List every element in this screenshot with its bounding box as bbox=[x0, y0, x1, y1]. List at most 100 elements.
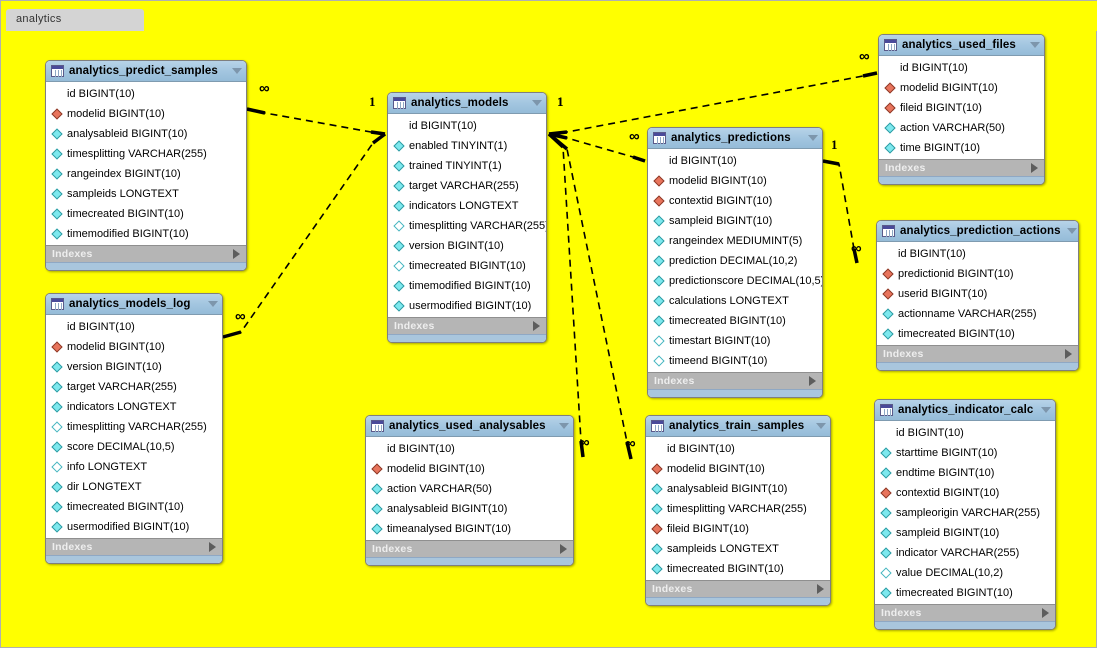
table-column[interactable]: timecreated BIGINT(10) bbox=[648, 311, 822, 331]
table-box-analytics_predictions[interactable]: analytics_predictions id BIGINT(10) modeli… bbox=[647, 127, 823, 398]
chevron-right-icon[interactable] bbox=[209, 542, 216, 552]
indexes-section[interactable]: Indexes bbox=[366, 540, 573, 557]
table-column[interactable]: action VARCHAR(50) bbox=[366, 479, 573, 499]
table-column[interactable]: id BIGINT(10) bbox=[46, 317, 222, 337]
table-column[interactable]: prediction DECIMAL(10,2) bbox=[648, 251, 822, 271]
chevron-down-icon[interactable] bbox=[808, 135, 818, 141]
chevron-down-icon[interactable] bbox=[559, 423, 569, 429]
table-column[interactable]: time BIGINT(10) bbox=[879, 138, 1044, 158]
chevron-down-icon[interactable] bbox=[532, 100, 542, 106]
table-column[interactable]: fileid BIGINT(10) bbox=[879, 98, 1044, 118]
table-column[interactable]: analysableid BIGINT(10) bbox=[646, 479, 830, 499]
table-column[interactable]: rangeindex MEDIUMINT(5) bbox=[648, 231, 822, 251]
table-column[interactable]: sampleids LONGTEXT bbox=[646, 539, 830, 559]
table-column[interactable]: actionname VARCHAR(255) bbox=[877, 304, 1078, 324]
chevron-right-icon[interactable] bbox=[1031, 163, 1038, 173]
chevron-right-icon[interactable] bbox=[233, 249, 240, 259]
table-column[interactable]: timesplitting VARCHAR(255) bbox=[46, 144, 246, 164]
table-column[interactable]: predictionid BIGINT(10) bbox=[877, 264, 1078, 284]
table-box-analytics_models_log[interactable]: analytics_models_log id BIGINT(10) modelid… bbox=[45, 293, 223, 564]
chevron-down-icon[interactable] bbox=[1041, 407, 1051, 413]
table-column[interactable]: userid BIGINT(10) bbox=[877, 284, 1078, 304]
indexes-section[interactable]: Indexes bbox=[648, 372, 822, 389]
chevron-right-icon[interactable] bbox=[533, 321, 540, 331]
table-column[interactable]: sampleids LONGTEXT bbox=[46, 184, 246, 204]
table-column[interactable]: timemodified BIGINT(10) bbox=[46, 224, 246, 244]
table-column[interactable]: modelid BIGINT(10) bbox=[46, 337, 222, 357]
table-column[interactable]: id BIGINT(10) bbox=[875, 423, 1055, 443]
table-column[interactable]: contextid BIGINT(10) bbox=[875, 483, 1055, 503]
table-header[interactable]: analytics_used_files bbox=[879, 35, 1044, 56]
chevron-down-icon[interactable] bbox=[1030, 42, 1040, 48]
table-column[interactable]: usermodified BIGINT(10) bbox=[46, 517, 222, 537]
table-column[interactable]: timecreated BIGINT(10) bbox=[877, 324, 1078, 344]
table-column[interactable]: value DECIMAL(10,2) bbox=[875, 563, 1055, 583]
table-box-analytics_prediction_actions[interactable]: analytics_prediction_actions id BIGINT(10… bbox=[876, 220, 1079, 371]
table-column[interactable]: indicators LONGTEXT bbox=[46, 397, 222, 417]
indexes-section[interactable]: Indexes bbox=[879, 159, 1044, 176]
table-column[interactable]: sampleid BIGINT(10) bbox=[875, 523, 1055, 543]
chevron-right-icon[interactable] bbox=[809, 376, 816, 386]
table-column[interactable]: timestart BIGINT(10) bbox=[648, 331, 822, 351]
table-column[interactable]: dir LONGTEXT bbox=[46, 477, 222, 497]
table-column[interactable]: id BIGINT(10) bbox=[646, 439, 830, 459]
table-column[interactable]: predictionscore DECIMAL(10,5) bbox=[648, 271, 822, 291]
table-box-analytics_used_files[interactable]: analytics_used_files id BIGINT(10) modelid… bbox=[878, 34, 1045, 185]
table-column[interactable]: modelid BIGINT(10) bbox=[46, 104, 246, 124]
table-column[interactable]: sampleid BIGINT(10) bbox=[648, 211, 822, 231]
table-column[interactable]: info LONGTEXT bbox=[46, 457, 222, 477]
table-column[interactable]: timesplitting VARCHAR(255) bbox=[46, 417, 222, 437]
table-column[interactable]: target VARCHAR(255) bbox=[388, 176, 546, 196]
table-column[interactable]: contextid BIGINT(10) bbox=[648, 191, 822, 211]
table-column[interactable]: rangeindex BIGINT(10) bbox=[46, 164, 246, 184]
table-box-analytics_models[interactable]: analytics_models id BIGINT(10) enabled TIN… bbox=[387, 92, 547, 343]
table-column[interactable]: timecreated BIGINT(10) bbox=[388, 256, 546, 276]
table-column[interactable]: version BIGINT(10) bbox=[46, 357, 222, 377]
table-header[interactable]: analytics_models_log bbox=[46, 294, 222, 315]
table-box-analytics_indicator_calc[interactable]: analytics_indicator_calc id BIGINT(10) sta… bbox=[874, 399, 1056, 630]
table-header[interactable]: analytics_predict_samples bbox=[46, 61, 246, 82]
chevron-right-icon[interactable] bbox=[1065, 349, 1072, 359]
table-column[interactable]: action VARCHAR(50) bbox=[879, 118, 1044, 138]
chevron-right-icon[interactable] bbox=[817, 584, 824, 594]
chevron-down-icon[interactable] bbox=[1066, 228, 1077, 234]
table-box-analytics_used_analysables[interactable]: analytics_used_analysables id BIGINT(10) m… bbox=[365, 415, 574, 566]
chevron-right-icon[interactable] bbox=[560, 544, 567, 554]
table-header[interactable]: analytics_predictions bbox=[648, 128, 822, 149]
table-column[interactable]: fileid BIGINT(10) bbox=[646, 519, 830, 539]
indexes-section[interactable]: Indexes bbox=[646, 580, 830, 597]
indexes-section[interactable]: Indexes bbox=[877, 345, 1078, 362]
table-column[interactable]: timemodified BIGINT(10) bbox=[388, 276, 546, 296]
indexes-section[interactable]: Indexes bbox=[875, 604, 1055, 621]
table-column[interactable]: modelid BIGINT(10) bbox=[648, 171, 822, 191]
table-box-analytics_train_samples[interactable]: analytics_train_samples id BIGINT(10) mode… bbox=[645, 415, 831, 606]
chevron-down-icon[interactable] bbox=[232, 68, 242, 74]
table-column[interactable]: endtime BIGINT(10) bbox=[875, 463, 1055, 483]
table-column[interactable]: id BIGINT(10) bbox=[366, 439, 573, 459]
chevron-down-icon[interactable] bbox=[816, 423, 826, 429]
table-column[interactable]: timeanalysed BIGINT(10) bbox=[366, 519, 573, 539]
table-column[interactable]: id BIGINT(10) bbox=[877, 244, 1078, 264]
indexes-section[interactable]: Indexes bbox=[46, 538, 222, 555]
table-column[interactable]: id BIGINT(10) bbox=[46, 84, 246, 104]
chevron-right-icon[interactable] bbox=[1042, 608, 1049, 618]
table-column[interactable]: calculations LONGTEXT bbox=[648, 291, 822, 311]
table-column[interactable]: id BIGINT(10) bbox=[879, 58, 1044, 78]
table-column[interactable]: modelid BIGINT(10) bbox=[879, 78, 1044, 98]
table-column[interactable]: analysableid BIGINT(10) bbox=[366, 499, 573, 519]
table-column[interactable]: score DECIMAL(10,5) bbox=[46, 437, 222, 457]
table-column[interactable]: analysableid BIGINT(10) bbox=[46, 124, 246, 144]
table-column[interactable]: id BIGINT(10) bbox=[388, 116, 546, 136]
chevron-down-icon[interactable] bbox=[208, 301, 218, 307]
table-column[interactable]: version BIGINT(10) bbox=[388, 236, 546, 256]
table-column[interactable]: modelid BIGINT(10) bbox=[646, 459, 830, 479]
table-header[interactable]: analytics_used_analysables bbox=[366, 416, 573, 437]
table-column[interactable]: sampleorigin VARCHAR(255) bbox=[875, 503, 1055, 523]
table-header[interactable]: analytics_models bbox=[388, 93, 546, 114]
table-column[interactable]: timecreated BIGINT(10) bbox=[46, 204, 246, 224]
table-box-analytics_predict_samples[interactable]: analytics_predict_samples id BIGINT(10) mo… bbox=[45, 60, 247, 271]
table-column[interactable]: id BIGINT(10) bbox=[648, 151, 822, 171]
table-column[interactable]: timecreated BIGINT(10) bbox=[646, 559, 830, 579]
table-header[interactable]: analytics_train_samples bbox=[646, 416, 830, 437]
indexes-section[interactable]: Indexes bbox=[46, 245, 246, 262]
